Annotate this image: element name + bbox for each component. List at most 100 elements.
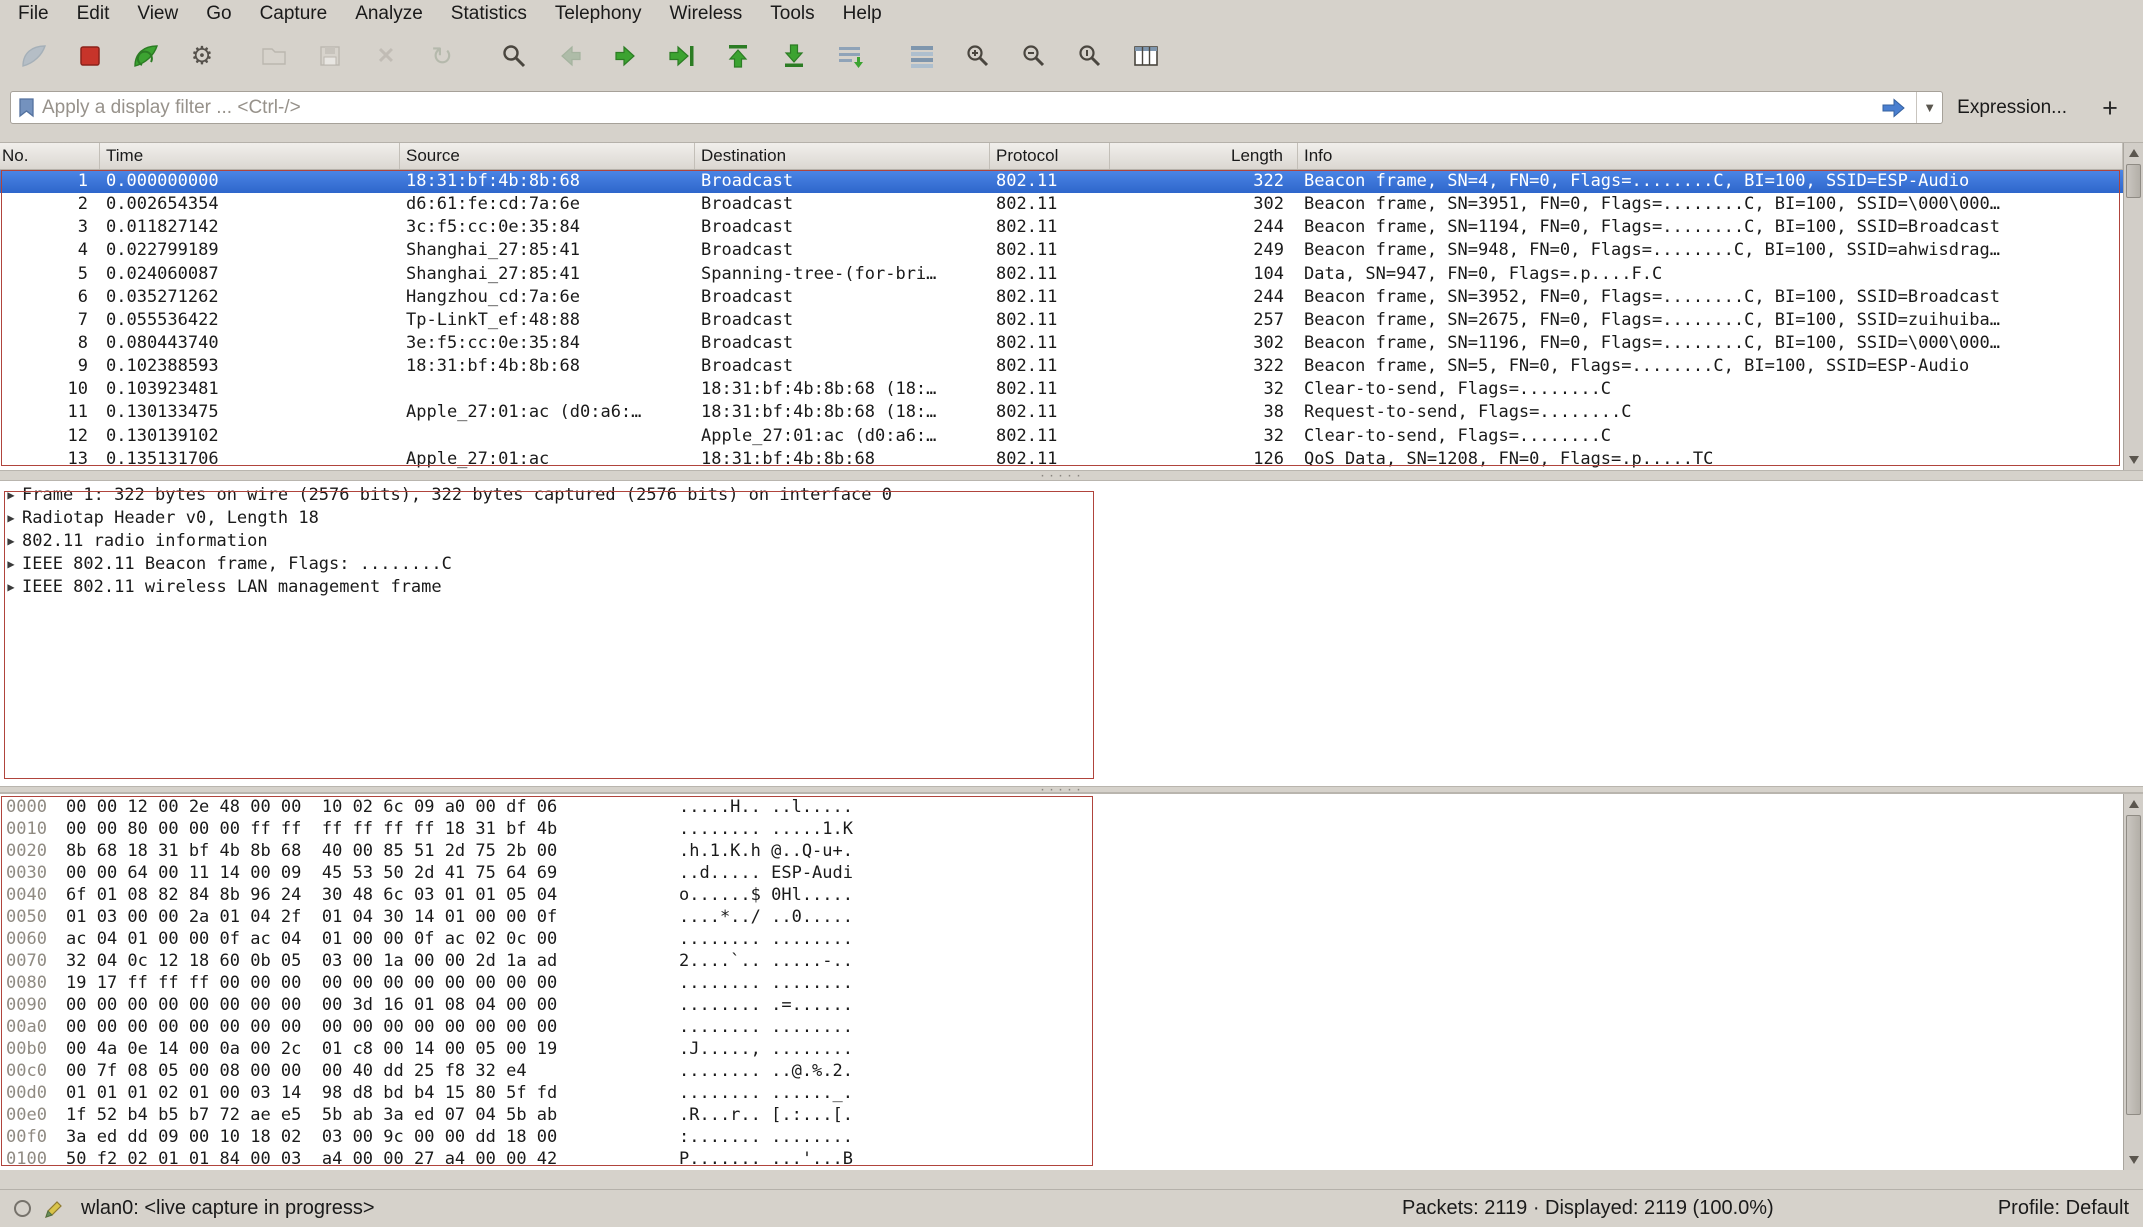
hex-ascii: ........ .=...... <box>679 994 853 1016</box>
packet-row[interactable]: 5 0.024060087 Shanghai_27:85:41 Spanning… <box>0 263 2123 286</box>
menu-item[interactable]: Wireless <box>655 2 756 26</box>
zoom-reset-button[interactable] <box>1069 33 1111 79</box>
scrollbar-thumb[interactable] <box>2126 815 2141 1115</box>
hex-row[interactable]: 0050 01 03 00 00 2a 01 04 2f 01 04 30 14… <box>0 906 2143 928</box>
packet-row[interactable]: 10 0.103923481 18:31:bf:4b:8b:68 (18:… 8… <box>0 378 2123 401</box>
scroll-up-button[interactable] <box>2124 143 2143 163</box>
expander-icon[interactable]: ▶ <box>0 511 22 525</box>
display-filter-box[interactable]: ▼ <box>10 91 1943 124</box>
packet-row[interactable]: 9 0.102388593 18:31:bf:4b:8b:68 Broadcas… <box>0 355 2123 378</box>
hex-row[interactable]: 00b0 00 4a 0e 14 00 0a 00 2c 01 c8 00 14… <box>0 1038 2143 1060</box>
hex-row[interactable]: 00a0 00 00 00 00 00 00 00 00 00 00 00 00… <box>0 1016 2143 1038</box>
hex-row[interactable]: 0090 00 00 00 00 00 00 00 00 00 3d 16 01… <box>0 994 2143 1016</box>
packet-row[interactable]: 4 0.022799189 Shanghai_27:85:41 Broadcas… <box>0 239 2123 262</box>
column-header-source[interactable]: Source <box>400 143 695 169</box>
hex-row[interactable]: 0020 8b 68 18 31 bf 4b 8b 68 40 00 85 51… <box>0 840 2143 862</box>
column-header-length[interactable]: Length <box>1110 143 1298 169</box>
packet-detail-row[interactable]: ▶ 802.11 radio information <box>0 529 2143 552</box>
filter-dropdown-chevron[interactable]: ▼ <box>1916 92 1942 123</box>
packet-row[interactable]: 12 0.130139102 Apple_27:01:ac (d0:a6:… 8… <box>0 425 2123 448</box>
close-file-button[interactable]: ✕ <box>365 33 407 79</box>
find-packet-button[interactable] <box>493 33 535 79</box>
pane-splitter-top[interactable]: ····· <box>0 470 2143 481</box>
packet-row[interactable]: 6 0.035271262 Hangzhou_cd:7a:6e Broadcas… <box>0 286 2123 309</box>
hex-row[interactable]: 0030 00 00 64 00 11 14 00 09 45 53 50 2d… <box>0 862 2143 884</box>
packet-detail-row[interactable]: ▶ Frame 1: 322 bytes on wire (2576 bits)… <box>0 483 2143 506</box>
packet-row[interactable]: 8 0.080443740 3e:f5:cc:0e:35:84 Broadcas… <box>0 332 2123 355</box>
hex-ascii: ........ .....1.K <box>679 818 853 840</box>
scrollbar-thumb[interactable] <box>2126 164 2141 198</box>
expander-icon[interactable]: ▶ <box>0 488 22 502</box>
hex-ascii: ........ ........ <box>679 1016 853 1038</box>
go-first-packet-button[interactable] <box>717 33 759 79</box>
expander-icon[interactable]: ▶ <box>0 580 22 594</box>
capture-file-properties-icon[interactable] <box>14 1200 31 1217</box>
add-filter-button[interactable]: + <box>2093 93 2127 123</box>
restart-capture-button[interactable] <box>125 33 167 79</box>
colorize-button[interactable] <box>901 33 943 79</box>
hex-row[interactable]: 00f0 3a ed dd 09 00 10 18 02 03 00 9c 00… <box>0 1126 2143 1148</box>
filter-apply-button[interactable] <box>1870 92 1916 123</box>
packet-row[interactable]: 2 0.002654354 d6:61:fe:cd:7a:6e Broadcas… <box>0 193 2123 216</box>
expander-icon[interactable]: ▶ <box>0 557 22 571</box>
go-back-button[interactable] <box>549 33 591 79</box>
profile-text[interactable]: Profile: Default <box>1998 1197 2129 1220</box>
expression-button[interactable]: Expression... <box>1957 97 2067 119</box>
go-last-packet-button[interactable] <box>773 33 815 79</box>
menu-item[interactable]: Edit <box>63 2 124 26</box>
column-header-protocol[interactable]: Protocol <box>990 143 1110 169</box>
packet-row[interactable]: 11 0.130133475 Apple_27:01:ac (d0:a6:… 1… <box>0 401 2123 424</box>
hex-offset: 0020 <box>0 840 66 862</box>
zoom-out-button[interactable] <box>1013 33 1055 79</box>
menu-item[interactable]: Statistics <box>437 2 541 26</box>
hex-row[interactable]: 0000 00 00 12 00 2e 48 00 00 10 02 6c 09… <box>0 796 2143 818</box>
display-filter-input[interactable] <box>42 92 1870 123</box>
packet-detail-row[interactable]: ▶ IEEE 802.11 wireless LAN management fr… <box>0 575 2143 598</box>
column-header-info[interactable]: Info <box>1298 143 2123 169</box>
hex-row[interactable]: 00d0 01 01 01 02 01 00 03 14 98 d8 bd b4… <box>0 1082 2143 1104</box>
auto-scroll-button[interactable] <box>829 33 871 79</box>
expander-icon[interactable]: ▶ <box>0 534 22 548</box>
hex-row[interactable]: 0060 ac 04 01 00 00 0f ac 04 01 00 00 0f… <box>0 928 2143 950</box>
hex-row[interactable]: 0080 19 17 ff ff ff 00 00 00 00 00 00 00… <box>0 972 2143 994</box>
reload-file-button[interactable]: ↻ <box>421 33 463 79</box>
hex-row[interactable]: 0010 00 00 80 00 00 00 ff ff ff ff ff ff… <box>0 818 2143 840</box>
save-file-button[interactable] <box>309 33 351 79</box>
menu-item[interactable]: Telephony <box>541 2 656 26</box>
go-forward-button[interactable] <box>605 33 647 79</box>
hex-row[interactable]: 00e0 1f 52 b4 b5 b7 72 ae e5 5b ab 3a ed… <box>0 1104 2143 1126</box>
packet-detail-row[interactable]: ▶ Radiotap Header v0, Length 18 <box>0 506 2143 529</box>
pane-splitter-bottom[interactable]: ····· <box>0 786 2143 793</box>
hex-row[interactable]: 0070 32 04 0c 12 18 60 0b 05 03 00 1a 00… <box>0 950 2143 972</box>
column-header-destination[interactable]: Destination <box>695 143 990 169</box>
menu-item[interactable]: Help <box>829 2 896 26</box>
hex-row[interactable]: 0100 50 f2 02 01 01 84 00 03 a4 00 00 27… <box>0 1148 2143 1170</box>
packet-row[interactable]: 1 0.000000000 18:31:bf:4b:8b:68 Broadcas… <box>0 170 2123 193</box>
capture-comment-icon[interactable] <box>43 1198 65 1220</box>
zoom-in-button[interactable] <box>957 33 999 79</box>
scroll-up-button[interactable] <box>2124 794 2143 814</box>
menu-item[interactable]: Tools <box>756 2 828 26</box>
hex-row[interactable]: 00c0 00 7f 08 05 00 08 00 00 00 40 dd 25… <box>0 1060 2143 1082</box>
scroll-down-button[interactable] <box>2124 450 2143 470</box>
start-capture-button[interactable] <box>13 33 55 79</box>
column-header-no[interactable]: No. <box>0 143 100 169</box>
hex-ascii: ........ ........ <box>679 928 853 950</box>
packet-row[interactable]: 7 0.055536422 Tp-LinkT_ef:48:88 Broadcas… <box>0 309 2123 332</box>
stop-capture-button[interactable] <box>69 33 111 79</box>
filter-bookmark-icon[interactable] <box>18 97 35 118</box>
scroll-down-button[interactable] <box>2124 1150 2143 1170</box>
open-file-button[interactable] <box>253 33 295 79</box>
hex-row[interactable]: 0040 6f 01 08 82 84 8b 96 24 30 48 6c 03… <box>0 884 2143 906</box>
packet-row[interactable]: 3 0.011827142 3c:f5:cc:0e:35:84 Broadcas… <box>0 216 2123 239</box>
menu-item[interactable]: Analyze <box>341 2 437 26</box>
menu-item[interactable]: View <box>123 2 192 26</box>
menu-item[interactable]: File <box>4 2 63 26</box>
resize-columns-button[interactable] <box>1125 33 1167 79</box>
column-header-time[interactable]: Time <box>100 143 400 169</box>
menu-item[interactable]: Capture <box>246 2 342 26</box>
packet-detail-row[interactable]: ▶ IEEE 802.11 Beacon frame, Flags: .....… <box>0 552 2143 575</box>
menu-item[interactable]: Go <box>192 2 245 26</box>
go-to-packet-button[interactable] <box>661 33 703 79</box>
capture-options-button[interactable]: ⚙ <box>181 33 223 79</box>
